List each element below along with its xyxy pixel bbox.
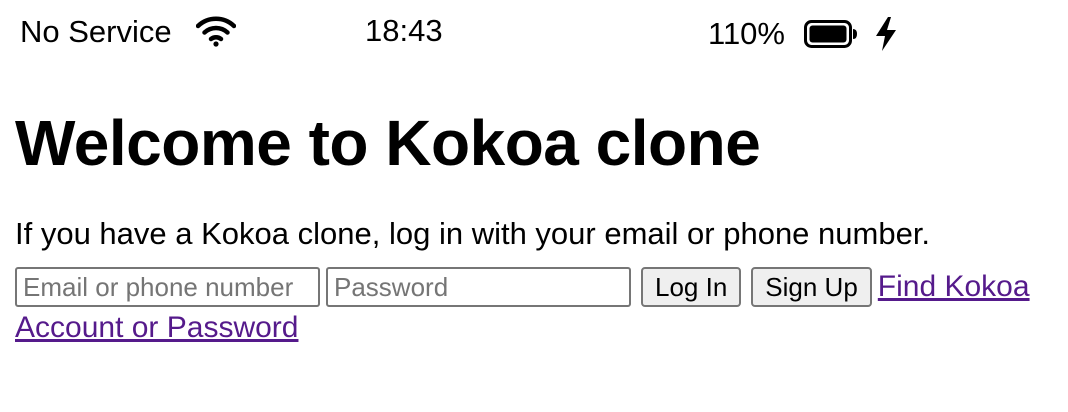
- charging-bolt-icon: [874, 17, 898, 51]
- wifi-icon: [195, 15, 237, 47]
- email-or-phone-input[interactable]: [15, 267, 320, 308]
- battery-icon: [804, 20, 858, 48]
- carrier-label: No Service: [20, 14, 172, 49]
- battery-percentage: 110%: [708, 16, 785, 51]
- intro-text: If you have a Kokoa clone, log in with y…: [15, 216, 931, 251]
- password-input[interactable]: [326, 267, 631, 308]
- main-content: Welcome to Kokoa clone If you have a Kok…: [15, 66, 1060, 348]
- login-button[interactable]: Log In: [641, 267, 742, 308]
- status-bar: No Service 18:43 110%: [0, 0, 1068, 66]
- signup-button[interactable]: Sign Up: [751, 267, 872, 308]
- clock-time: 18:43: [365, 13, 443, 48]
- login-form: Log InSign UpFind Kokoa Account or Passw…: [15, 266, 1060, 348]
- page-title: Welcome to Kokoa clone: [15, 107, 761, 179]
